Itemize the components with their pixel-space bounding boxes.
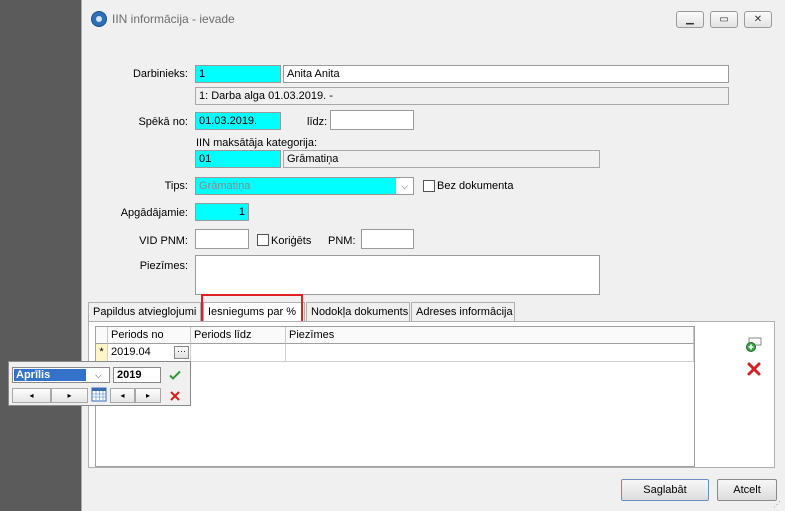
- pnm-label: PNM:: [328, 235, 356, 247]
- row-indicator-header: [96, 327, 108, 344]
- apgadajamie-label: Apgādājamie:: [120, 207, 188, 219]
- piezimes-label: Piezīmes:: [139, 260, 188, 272]
- corrected-label: Koriģēts: [271, 235, 312, 247]
- periods-no-value: 2019.04: [111, 346, 151, 358]
- title-bar: IIN informācija - ievade ▁ ▭ ✕: [82, 0, 785, 38]
- periods-lidz-cell[interactable]: [191, 344, 286, 362]
- apgadajamie-field[interactable]: 1: [195, 203, 249, 221]
- col-piezimes[interactable]: Piezīmes: [286, 327, 694, 344]
- year-field[interactable]: 2019: [113, 367, 161, 383]
- kategorija-code-field[interactable]: 01: [195, 150, 281, 168]
- tab-panel: Periods no Periods līdz Piezīmes * 2019.…: [88, 321, 775, 468]
- month-value: Aprīlis: [14, 369, 86, 381]
- cancel-x-icon[interactable]: [168, 389, 182, 403]
- calendar-icon[interactable]: [91, 387, 107, 402]
- window-title: IIN informācija - ievade: [112, 12, 235, 26]
- confirm-check-icon[interactable]: [168, 368, 182, 382]
- minimize-button[interactable]: ▁: [676, 11, 704, 28]
- cancel-button[interactable]: Atcelt: [717, 479, 777, 501]
- month-chevron-down-icon[interactable]: ⌵: [95, 368, 102, 382]
- col-periods-no[interactable]: Periods no: [108, 327, 191, 344]
- new-row-marker: *: [96, 344, 108, 362]
- lidz-field[interactable]: [330, 110, 414, 130]
- speka-no-field[interactable]: 01.03.2019.: [195, 112, 281, 130]
- month-next-button[interactable]: ▸: [51, 388, 88, 403]
- month-prev-button[interactable]: ◂: [12, 388, 51, 403]
- tab-adreses-informacija[interactable]: Adreses informācija: [411, 302, 515, 322]
- piezimes-cell[interactable]: [286, 344, 694, 362]
- tab-papildus-atvieglojumi[interactable]: Papildus atvieglojumi: [88, 302, 201, 322]
- pnm-field[interactable]: [361, 229, 414, 249]
- kategorija-label: IIN maksātāja kategorija:: [196, 137, 318, 149]
- close-button[interactable]: ✕: [744, 11, 772, 28]
- month-year-picker: Aprīlis ⌵ 2019 ◂ ▸ ◂ ▸: [8, 361, 191, 406]
- bez-dokumenta-label: Bez dokumenta: [437, 180, 514, 192]
- tips-label: Tips:: [164, 180, 188, 192]
- kategorija-name-field: Grāmatiņa: [283, 150, 600, 168]
- darbinieks-code-field[interactable]: 1: [195, 65, 281, 83]
- iin-window: IIN informācija - ievade ▁ ▭ ✕ Darbiniek…: [81, 0, 785, 511]
- delete-row-icon[interactable]: [746, 361, 762, 377]
- month-select[interactable]: Aprīlis ⌵: [12, 367, 110, 383]
- add-row-icon[interactable]: [745, 336, 763, 352]
- contract-field: 1: Darba alga 01.03.2019. -: [195, 87, 729, 105]
- darbinieks-label: Darbinieks:: [132, 68, 188, 80]
- tab-nodokla-dokuments[interactable]: Nodokļa dokuments: [306, 302, 410, 322]
- darbinieks-name-field[interactable]: Anita Anita: [283, 65, 729, 83]
- speka-no-label: Spēkā no:: [138, 116, 188, 128]
- ellipsis-button[interactable]: ···: [174, 346, 189, 359]
- corrected-checkbox[interactable]: [257, 234, 269, 246]
- vid-pnm-label: VID PNM:: [139, 235, 188, 247]
- chevron-down-icon[interactable]: ⌵: [396, 177, 414, 195]
- vid-pnm-field[interactable]: [195, 229, 249, 249]
- lidz-label: līdz:: [307, 116, 328, 128]
- bez-dokumenta-checkbox[interactable]: [423, 180, 435, 192]
- year-prev-button[interactable]: ◂: [110, 388, 135, 403]
- app-icon: [91, 11, 107, 27]
- save-button[interactable]: Saglabāt: [621, 479, 709, 501]
- tips-value: Grāmatiņa: [199, 180, 251, 192]
- piezimes-textarea[interactable]: [195, 255, 600, 295]
- col-periods-lidz[interactable]: Periods līdz: [191, 327, 286, 344]
- resize-grip[interactable]: ⋰: [773, 500, 783, 510]
- year-next-button[interactable]: ▸: [135, 388, 161, 403]
- tips-select[interactable]: Grāmatiņa: [195, 177, 414, 195]
- maximize-button[interactable]: ▭: [710, 11, 738, 28]
